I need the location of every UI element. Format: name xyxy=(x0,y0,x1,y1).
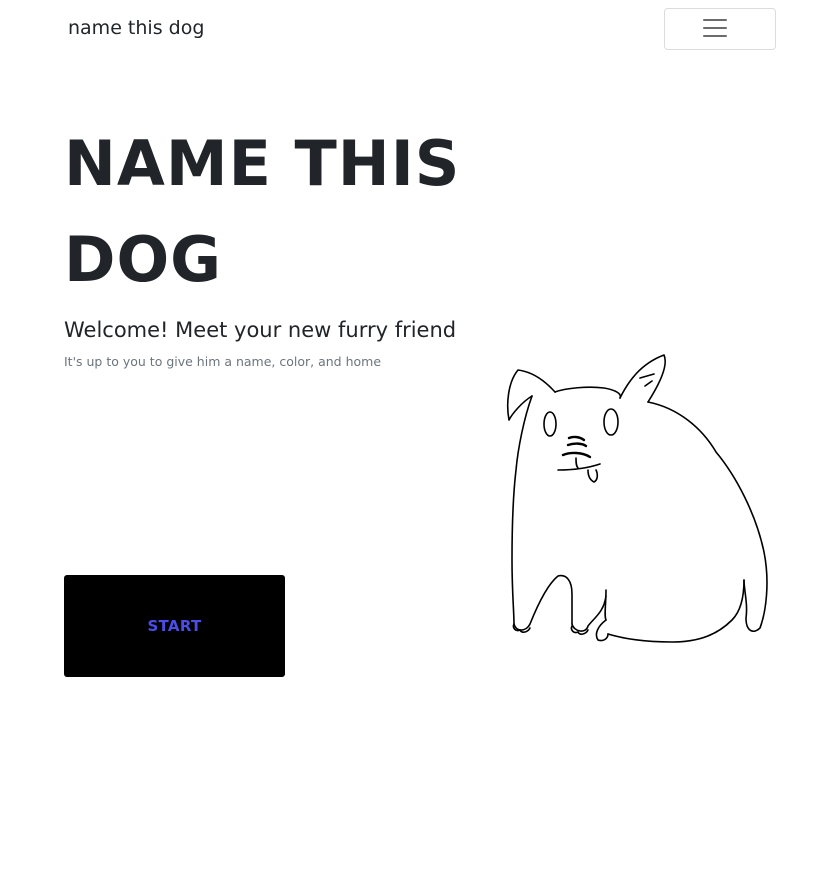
dog-right-ear xyxy=(619,354,666,403)
navbar: name this dog xyxy=(0,0,832,56)
welcome-heading: Welcome! Meet your new furry friend xyxy=(64,318,457,342)
subtitle-text: It's up to you to give him a name, color… xyxy=(64,354,382,369)
dog-nose xyxy=(561,435,592,459)
brand-link[interactable]: name this dog xyxy=(68,15,204,41)
navbar-toggle-button[interactable] xyxy=(664,8,776,50)
dog-mouth xyxy=(557,457,601,471)
dog-right-eye xyxy=(603,408,619,436)
dog-drawing xyxy=(506,354,768,643)
page-title: NAME THIS DOG xyxy=(64,127,461,296)
start-button[interactable]: START xyxy=(64,575,285,677)
dog-left-eye xyxy=(543,411,557,437)
dog-tongue xyxy=(587,469,599,483)
dog-back-foot xyxy=(595,619,609,642)
dog-body-outline xyxy=(554,386,768,632)
dog-left-leg xyxy=(513,574,573,631)
